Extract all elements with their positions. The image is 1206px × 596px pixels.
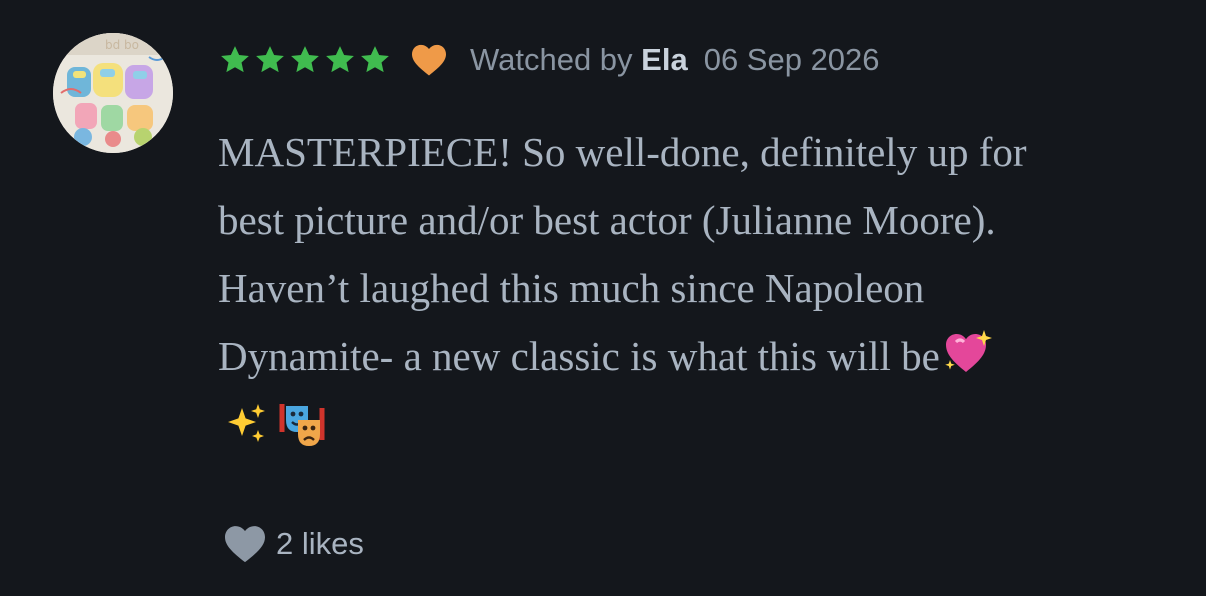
review-line-last: Dynamite- a new classic is what this wil… bbox=[218, 322, 1193, 390]
reviewer-avatar[interactable]: bd bo bbox=[53, 33, 173, 153]
sparkles-emoji bbox=[228, 404, 265, 442]
star-rating bbox=[218, 43, 392, 77]
performing-arts-emoji bbox=[279, 403, 325, 446]
review-meta: Watched by Ela 06 Sep 2026 bbox=[218, 38, 880, 82]
star-icon bbox=[361, 46, 389, 73]
likes-count[interactable]: 2 likes bbox=[276, 526, 364, 562]
review-line: MASTERPIECE! So well-done, definitely up… bbox=[218, 129, 1027, 175]
svg-text:bd bo: bd bo bbox=[105, 38, 139, 52]
star-icon bbox=[291, 46, 319, 73]
like-heart-icon[interactable] bbox=[222, 524, 268, 564]
review-line: best picture and/or best actor (Julianne… bbox=[218, 197, 996, 243]
star-icon bbox=[326, 46, 354, 73]
emoji-row bbox=[222, 390, 1193, 458]
review-text: MASTERPIECE! So well-done, definitely up… bbox=[218, 118, 1193, 458]
review-line: Haven’t laughed this much since Napoleon bbox=[218, 265, 925, 311]
liked-heart-icon bbox=[412, 44, 446, 76]
review-date[interactable]: 06 Sep 2026 bbox=[704, 42, 880, 78]
sparkling-heart-emoji bbox=[945, 330, 992, 372]
star-icon bbox=[256, 46, 284, 73]
reviewer-name-link[interactable]: Ela bbox=[641, 42, 688, 77]
star-icon bbox=[221, 46, 249, 73]
likes-section[interactable]: 2 likes bbox=[222, 520, 364, 568]
watched-by-label: Watched by Ela bbox=[470, 42, 688, 77]
